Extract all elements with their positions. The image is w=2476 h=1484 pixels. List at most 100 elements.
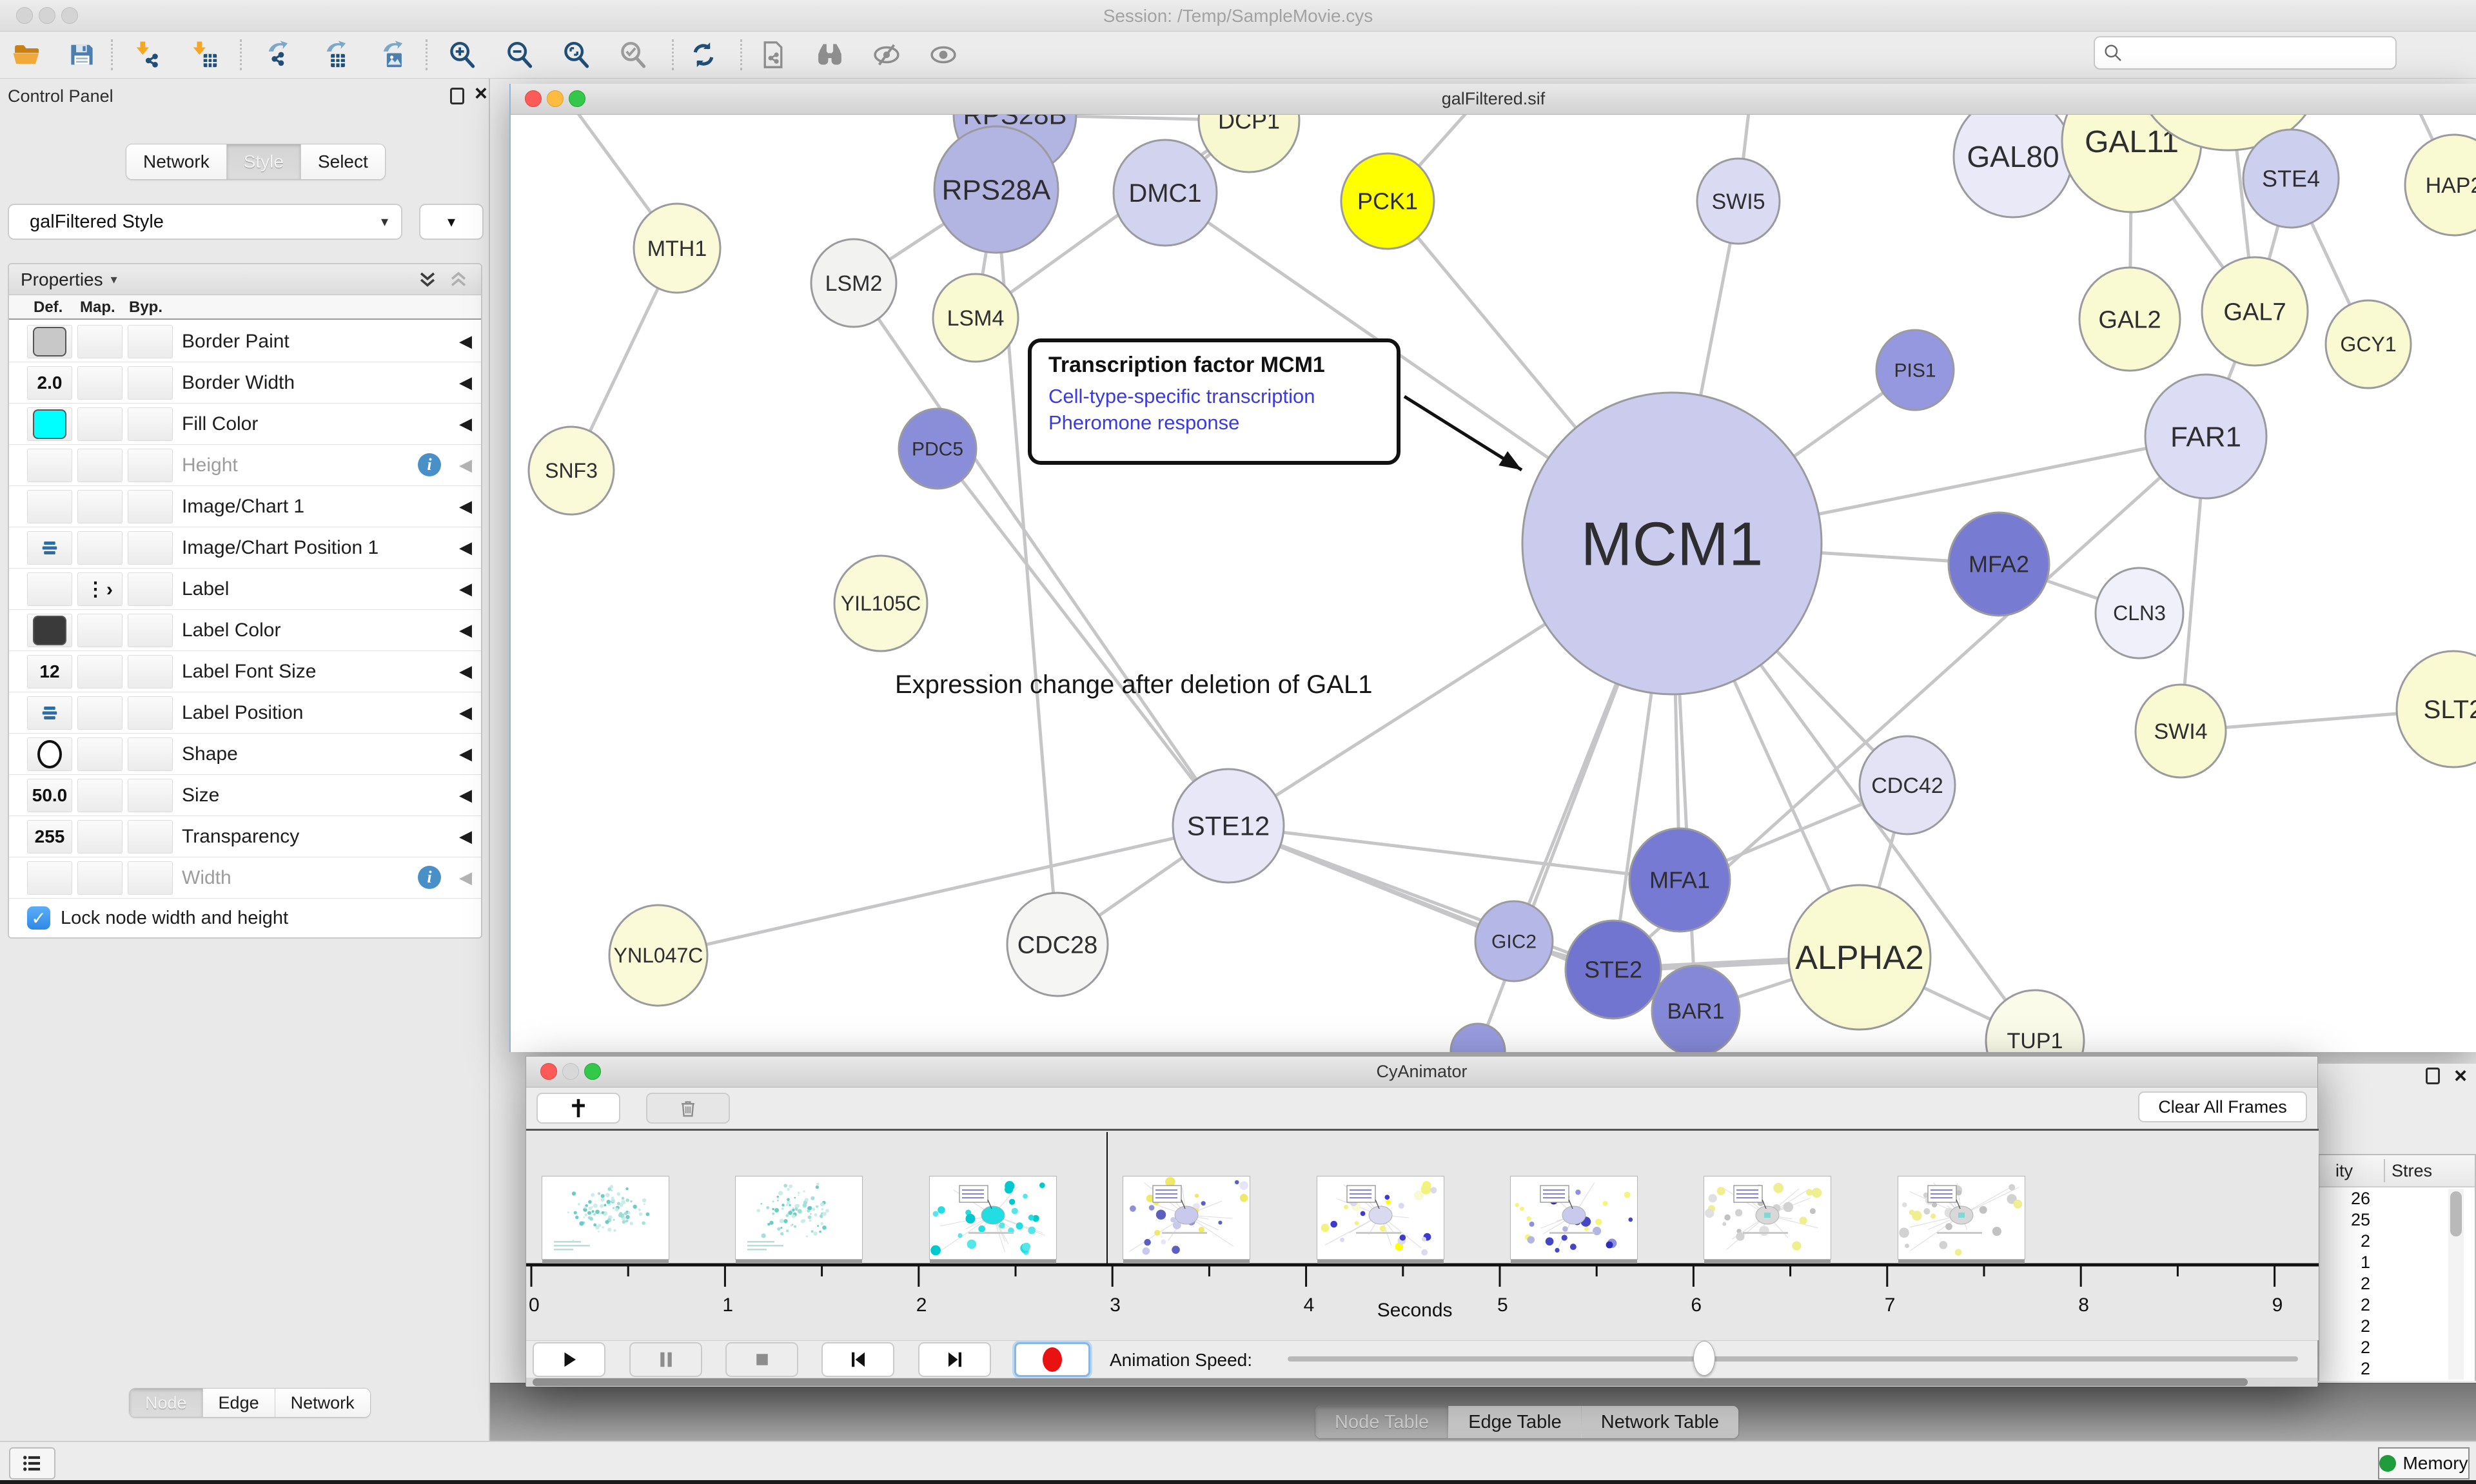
clone-network-icon[interactable] <box>754 36 792 73</box>
property-row-border-width[interactable]: 2.0Border Width◀ <box>9 362 481 404</box>
default-value-cell[interactable]: 2.0 <box>27 366 72 400</box>
frame-thumbnail-6[interactable] <box>1704 1176 1831 1260</box>
default-value-cell[interactable] <box>27 861 72 895</box>
default-value-cell[interactable] <box>27 696 72 730</box>
column-header[interactable]: ity <box>2319 1161 2353 1181</box>
frame-thumbnail-1[interactable] <box>735 1176 863 1260</box>
expand-arrow-icon[interactable]: ◀ <box>459 620 472 640</box>
property-row-label[interactable]: ⋮›Label◀ <box>9 569 481 610</box>
annotation-link[interactable]: Cell-type-specific transcription <box>1048 383 1397 409</box>
network-node-cdc42[interactable]: CDC42 <box>1860 736 1955 834</box>
bypass-cell[interactable] <box>128 779 173 812</box>
default-value-cell[interactable] <box>27 325 72 358</box>
export-table-icon[interactable] <box>315 36 352 73</box>
mapping-cell[interactable] <box>77 655 123 688</box>
tab-select[interactable]: Select <box>301 144 385 179</box>
expand-arrow-icon[interactable]: ◀ <box>459 373 472 393</box>
network-node-swi4[interactable]: SWI4 <box>2136 685 2226 777</box>
expand-arrow-icon[interactable]: ◀ <box>459 744 472 764</box>
show-all-icon[interactable] <box>925 36 962 73</box>
property-row-label-color[interactable]: Label Color◀ <box>9 610 481 651</box>
info-icon[interactable]: i <box>418 453 441 476</box>
property-row-width[interactable]: Widthi◀ <box>9 857 481 899</box>
search-input[interactable] <box>2123 43 2381 63</box>
network-node-tup1[interactable]: TUP1 <box>1986 990 2084 1052</box>
hide-selected-icon[interactable] <box>868 36 905 73</box>
bypass-cell[interactable] <box>128 407 173 441</box>
network-node-mfa1[interactable]: MFA1 <box>1629 828 1730 932</box>
bypass-cell[interactable] <box>128 366 173 400</box>
export-image-icon[interactable] <box>371 36 409 73</box>
network-node-ste2[interactable]: STE2 <box>1566 921 1661 1019</box>
network-node-mth1[interactable]: MTH1 <box>634 204 720 293</box>
mapping-cell[interactable] <box>77 779 123 812</box>
default-value-cell[interactable] <box>27 490 72 523</box>
network-node-pis1[interactable]: PIS1 <box>1876 330 1954 410</box>
mapping-cell[interactable]: ⋮› <box>77 572 123 606</box>
properties-header[interactable]: Properties <box>21 269 103 290</box>
import-network-icon[interactable] <box>129 36 166 73</box>
bypass-cell[interactable] <box>128 655 173 688</box>
network-node-cutp[interactable] <box>1451 1024 1505 1052</box>
expand-arrow-icon[interactable]: ◀ <box>459 661 472 681</box>
property-row-shape[interactable]: Shape◀ <box>9 734 481 775</box>
network-node-rps28a[interactable]: RPS28A <box>934 126 1058 253</box>
network-node-pck1[interactable]: PCK1 <box>1341 153 1434 249</box>
stop-button[interactable] <box>725 1342 798 1377</box>
network-node-dcp1[interactable]: DCP1 <box>1199 115 1299 172</box>
property-row-border-paint[interactable]: Border Paint◀ <box>9 321 481 362</box>
zoom-selected-icon[interactable] <box>614 36 652 73</box>
network-node-slt2[interactable]: SLT2 <box>2397 651 2476 767</box>
frame-thumbnail-5[interactable] <box>1510 1176 1638 1260</box>
frame-thumbnail-2[interactable] <box>929 1176 1057 1260</box>
default-value-cell[interactable]: 12 <box>27 655 72 688</box>
mapping-cell[interactable] <box>77 861 123 895</box>
lock-checkbox[interactable]: ✓ <box>27 906 50 930</box>
bypass-cell[interactable] <box>128 490 173 523</box>
style-selector[interactable]: galFiltered Style ▾ <box>8 204 402 240</box>
expand-all-icon[interactable] <box>417 269 438 291</box>
task-history-button[interactable] <box>9 1447 55 1479</box>
bypass-cell[interactable] <box>128 737 173 771</box>
bypass-cell[interactable] <box>128 614 173 647</box>
tab-network-bottom[interactable]: Network <box>275 1389 370 1417</box>
slider-thumb[interactable] <box>1693 1341 1715 1376</box>
default-value-cell[interactable]: 50.0 <box>27 779 72 812</box>
network-node-swi5[interactable]: SWI5 <box>1697 159 1780 244</box>
network-node-dmc1[interactable]: DMC1 <box>1114 140 1217 246</box>
tab-style[interactable]: Style <box>227 144 301 179</box>
network-node-snf3[interactable]: SNF3 <box>529 427 614 514</box>
network-node-lsm2[interactable]: LSM2 <box>811 239 896 327</box>
zoom-out-icon[interactable] <box>501 36 538 73</box>
bypass-cell[interactable] <box>128 449 173 482</box>
expand-arrow-icon[interactable]: ◀ <box>459 703 472 723</box>
default-value-cell[interactable] <box>27 737 72 771</box>
network-node-ste4[interactable]: STE4 <box>2243 130 2339 228</box>
expand-arrow-icon[interactable]: ◀ <box>459 496 472 516</box>
network-node-mcm1[interactable]: MCM1 <box>1522 393 1822 694</box>
float-panel-icon[interactable] <box>2426 1068 2440 1084</box>
pause-button[interactable] <box>629 1342 702 1377</box>
zoom-fit-icon[interactable] <box>558 36 595 73</box>
save-session-icon[interactable] <box>63 36 101 73</box>
expand-arrow-icon[interactable]: ◀ <box>459 455 472 475</box>
mapping-cell[interactable] <box>77 531 123 565</box>
network-node-gal80[interactable]: GAL80 <box>1954 115 2072 217</box>
network-node-gic2[interactable]: GIC2 <box>1475 901 1553 981</box>
property-row-label-position[interactable]: Label Position◀ <box>9 692 481 734</box>
network-node-mfa2[interactable]: MFA2 <box>1949 513 2049 616</box>
mapping-cell[interactable] <box>77 696 123 730</box>
bypass-cell[interactable] <box>128 820 173 854</box>
network-node-yil105c[interactable]: YIL105C <box>834 556 927 651</box>
mapping-cell[interactable] <box>77 820 123 854</box>
network-window-titlebar[interactable]: galFiltered.sif <box>511 84 2476 115</box>
table-scrollbar[interactable] <box>2448 1189 2464 1380</box>
property-row-transparency[interactable]: 255Transparency◀ <box>9 816 481 857</box>
record-button[interactable] <box>1014 1342 1090 1377</box>
delete-frame-button[interactable] <box>646 1093 730 1124</box>
expand-arrow-icon[interactable]: ◀ <box>459 785 472 805</box>
export-network-icon[interactable] <box>257 36 294 73</box>
network-node-gal2[interactable]: GAL2 <box>2079 268 2180 371</box>
network-node-ste12[interactable]: STE12 <box>1173 769 1284 883</box>
bypass-cell[interactable] <box>128 696 173 730</box>
